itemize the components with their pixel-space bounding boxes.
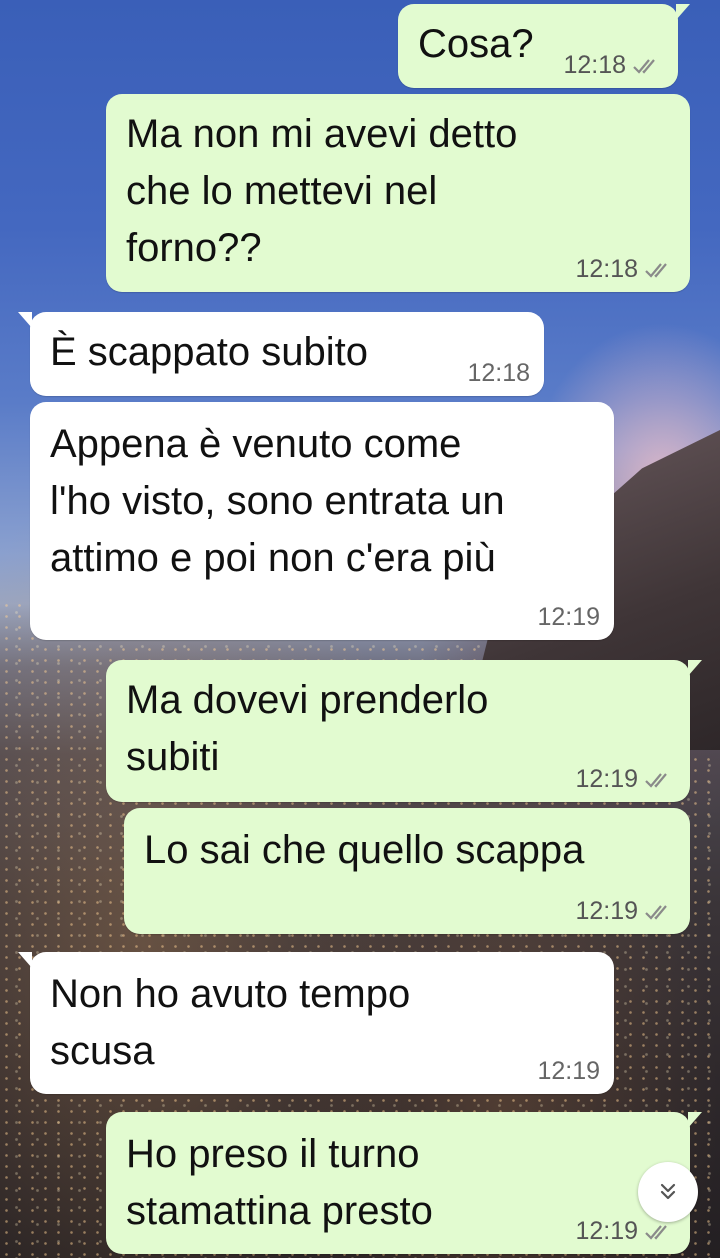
message-text: Ma dovevi prenderlo subiti — [126, 678, 489, 779]
message-text: Ma non mi avevi detto che lo mettevi nel… — [126, 112, 518, 270]
message-time: 12:19 — [575, 1217, 638, 1245]
message-bubble-outgoing[interactable]: Cosa? 12:18 — [398, 4, 690, 88]
double-check-icon — [645, 262, 667, 278]
message-meta: 12:19 — [537, 1057, 600, 1086]
message-bubble-outgoing[interactable]: Ma non mi avevi detto che lo mettevi nel… — [106, 94, 690, 292]
message-time: 12:19 — [575, 765, 638, 793]
message-bubble-incoming[interactable]: Non ho avuto tempo scusa 12:19 — [18, 952, 614, 1094]
double-check-icon — [633, 58, 655, 74]
message-text: Appena è venuto come l'ho visto, sono en… — [50, 422, 505, 580]
double-check-icon — [645, 772, 667, 788]
message-time: 12:18 — [575, 255, 638, 283]
message-text: Lo sai che quello scappa — [144, 828, 585, 872]
message-text: Cosa? — [418, 22, 534, 66]
message-bubble-outgoing[interactable]: Lo sai che quello scappa 12:19 — [124, 808, 690, 934]
message-time: 12:19 — [575, 897, 638, 925]
message-meta: 12:18 — [467, 359, 530, 388]
message-meta: 12:19 — [575, 1217, 674, 1246]
message-time: 12:18 — [467, 359, 530, 387]
double-chevron-down-icon — [660, 1183, 676, 1200]
message-meta: 12:19 — [575, 765, 674, 794]
message-text: Ho preso il turno stamattina presto — [126, 1132, 433, 1233]
message-bubble-outgoing[interactable]: Ho preso il turno stamattina presto 12:1… — [106, 1112, 702, 1254]
scroll-to-bottom-button[interactable] — [638, 1162, 698, 1222]
message-text: È scappato subito — [50, 330, 368, 374]
message-meta: 12:18 — [575, 255, 674, 284]
message-bubble-outgoing[interactable]: Ma dovevi prenderlo subiti 12:19 — [106, 660, 702, 802]
message-meta: 12:19 — [537, 603, 600, 632]
message-bubble-incoming[interactable]: È scappato subito 12:18 — [18, 312, 544, 396]
double-check-icon — [645, 1224, 667, 1240]
message-meta: 12:18 — [563, 51, 662, 80]
message-bubble-incoming[interactable]: Appena è venuto come l'ho visto, sono en… — [30, 402, 614, 640]
message-time: 12:19 — [537, 603, 600, 631]
message-meta: 12:19 — [575, 897, 674, 926]
double-check-icon — [645, 904, 667, 920]
message-time: 12:19 — [537, 1057, 600, 1085]
message-text: Non ho avuto tempo scusa — [50, 972, 411, 1073]
message-time: 12:18 — [563, 51, 626, 79]
